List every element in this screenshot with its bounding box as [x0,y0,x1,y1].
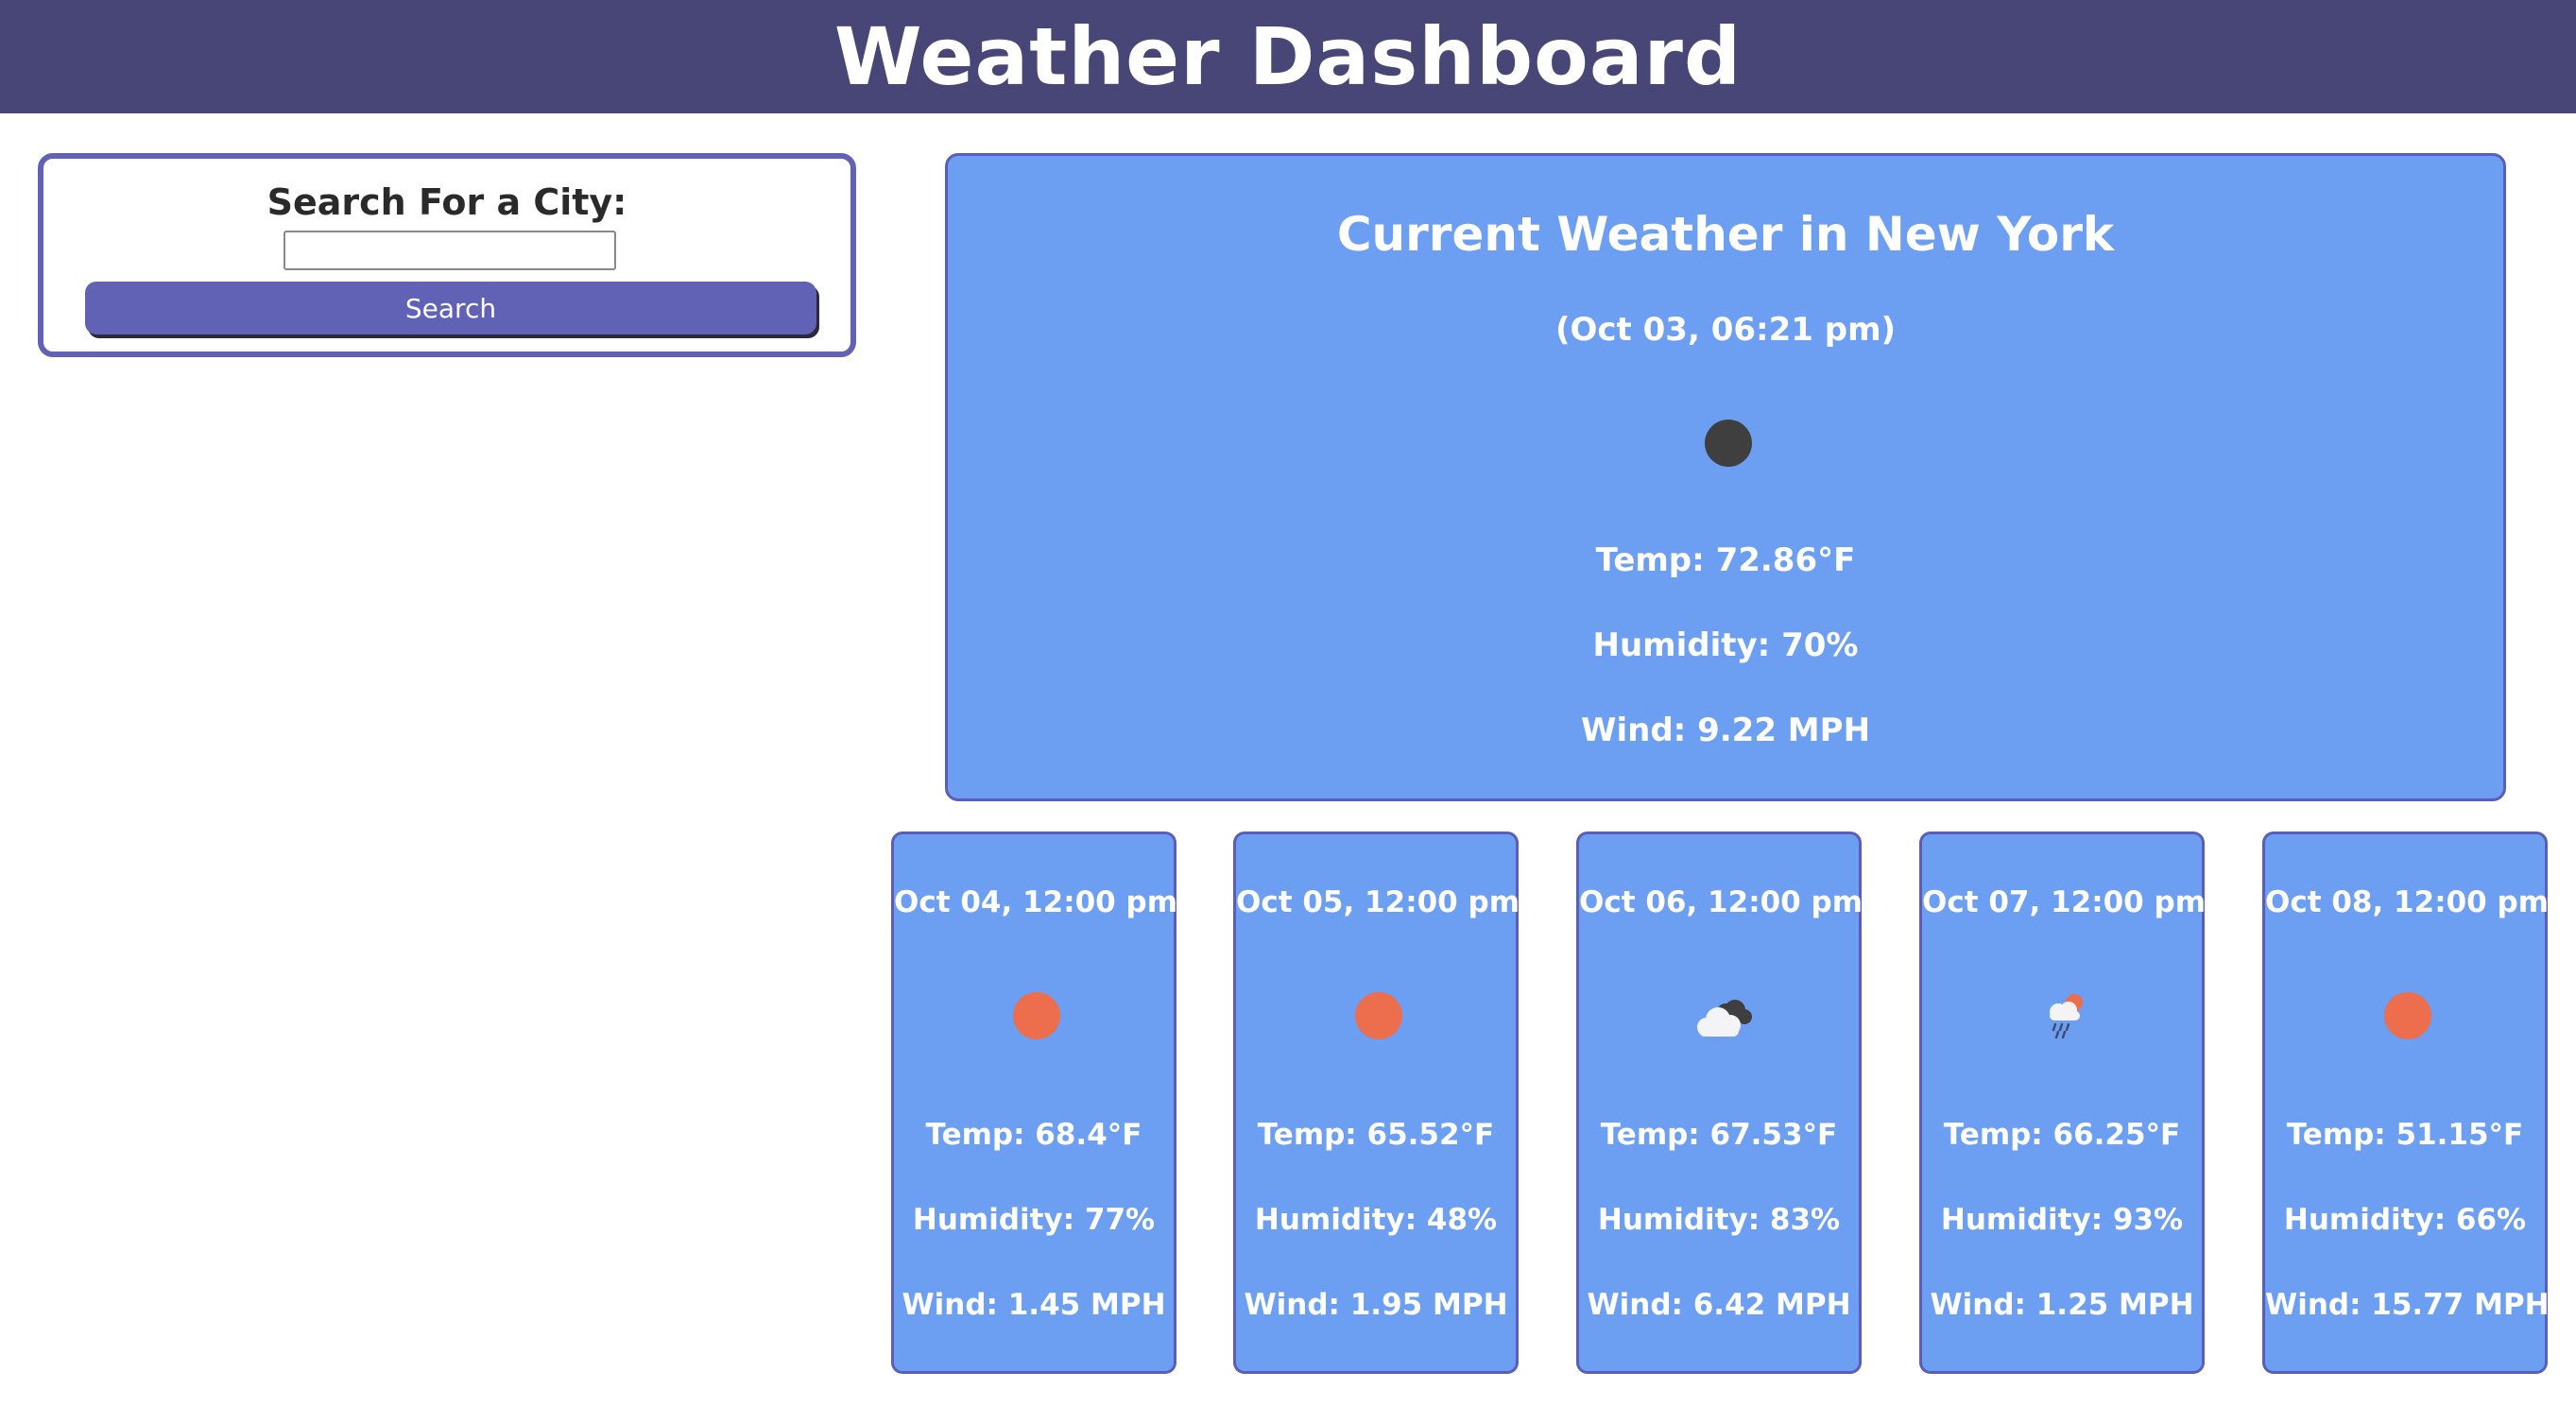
app-header: Weather Dashboard [0,0,2576,113]
forecast-temp: Temp: 66.25°F [1943,1118,2181,1152]
search-panel: Search For a City: Search [38,153,856,357]
forecast-date: Oct 05, 12:00 pm [1236,885,1520,919]
forecast-wind: Wind: 1.45 MPH [902,1288,1166,1322]
clouds-icon [1697,1000,1752,1037]
forecast-humidity: Humidity: 66% [2283,1203,2527,1237]
current-weather-title: Current Weather in New York [1336,207,2115,262]
sun-icon [2384,992,2431,1039]
forecast-temp: Temp: 51.15°F [2286,1118,2524,1152]
current-wind: Wind: 9.22 MPH [1580,712,1871,749]
forecast-date: Oct 06, 12:00 pm [1579,885,1863,919]
page-title: Weather Dashboard [833,10,1743,103]
forecast-temp: Temp: 68.4°F [925,1118,1142,1152]
forecast-card: Oct 05, 12:00 pm Temp: 65.52°F Humidity:… [1233,832,1520,1374]
current-weather-card: Current Weather in New York (Oct 03, 06:… [945,153,2506,801]
current-weather-date: (Oct 03, 06:21 pm) [1554,311,1897,349]
forecast-card: Oct 06, 12:00 pm Temp: 67.53°F Humidity:… [1576,832,1863,1374]
forecast-humidity: Humidity: 77% [912,1203,1156,1237]
forecast-date: Oct 08, 12:00 pm [2265,885,2550,919]
search-button[interactable]: Search [85,282,816,334]
sun-icon [1013,992,1060,1039]
forecast-temp: Temp: 65.52°F [1257,1118,1495,1152]
moon-icon [1705,420,1752,467]
forecast-card: Oct 07, 12:00 pm Temp: 66.25°F Humidity:… [1919,832,2207,1374]
forecast-wind: Wind: 6.42 MPH [1587,1288,1851,1322]
forecast-wind: Wind: 1.95 MPH [1244,1288,1508,1322]
forecast-humidity: Humidity: 83% [1597,1203,1841,1237]
city-search-input[interactable] [283,231,616,270]
forecast-humidity: Humidity: 93% [1940,1203,2184,1237]
search-label: Search For a City: [266,181,627,223]
rain-sun-icon [2050,994,2083,1039]
forecast-date: Oct 07, 12:00 pm [1922,885,2207,919]
forecast-wind: Wind: 15.77 MPH [2265,1288,2550,1322]
forecast-card: Oct 08, 12:00 pm Temp: 51.15°F Humidity:… [2262,832,2550,1374]
current-humidity: Humidity: 70% [1592,626,1859,664]
forecast-wind: Wind: 1.25 MPH [1930,1288,2194,1322]
forecast-humidity: Humidity: 48% [1254,1203,1498,1237]
forecast-temp: Temp: 67.53°F [1600,1118,1838,1152]
forecast-date: Oct 04, 12:00 pm [894,885,1178,919]
current-temp: Temp: 72.86°F [1595,541,1856,579]
forecast-card: Oct 04, 12:00 pm Temp: 68.4°F Humidity: … [891,832,1178,1374]
sun-icon [1355,992,1402,1039]
